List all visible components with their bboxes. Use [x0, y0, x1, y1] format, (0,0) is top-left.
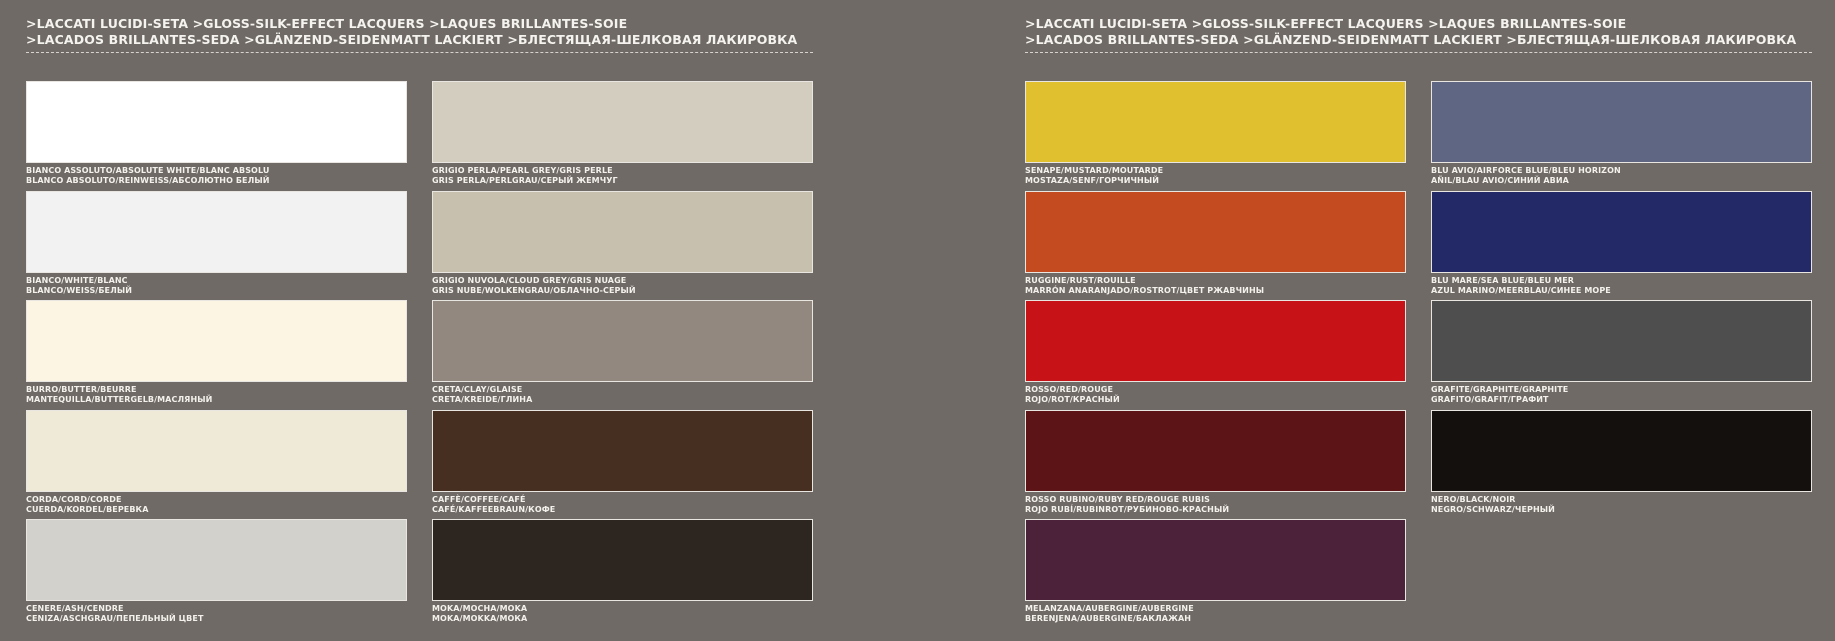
swatch-senape: SENAPE/MUSTARD/MOUTARDE MOSTAZA/SENF/ГОР…	[1025, 81, 1406, 186]
swatch-label-primary: CAFFÈ/COFFEE/CAFÉ	[432, 495, 526, 504]
swatch-grafite: GRAFITE/GRAPHITE/GRAPHITE GRAFITO/GRAFIT…	[1431, 300, 1812, 405]
swatch-label-primary: MELANZANA/AUBERGINE/AUBERGINE	[1025, 604, 1194, 613]
swatch-label-primary: BIANCO ASSOLUTO/ABSOLUTE WHITE/BLANC ABS…	[26, 166, 270, 175]
swatch-label-secondary: MOSTAZA/SENF/ГОРЧИЧНЫЙ	[1025, 176, 1160, 185]
swatch-label-secondary: ROJO RUBÍ/RUBINROT/РУБИНОВО-КРАСНЫЙ	[1025, 505, 1230, 514]
swatch-label-primary: BLU AVIO/AIRFORCE BLUE/BLEU HORIZON	[1431, 166, 1621, 175]
header-line-1: >LACCATI LUCIDI-SETA >GLOSS-SILK-EFFECT …	[26, 16, 628, 31]
swatch-color	[1431, 81, 1812, 163]
swatch-color	[432, 519, 813, 601]
header-line-1: >LACCATI LUCIDI-SETA >GLOSS-SILK-EFFECT …	[1025, 16, 1627, 31]
swatch-label-secondary: BERENJENA/AUBERGINE/БАКЛАЖАН	[1025, 614, 1192, 623]
swatch-label-primary: GRIGIO PERLA/PEARL GREY/GRIS PERLE	[432, 166, 613, 175]
swatch-color	[1025, 191, 1406, 273]
header-line-2: >LACADOS BRILLANTES-SEDA >GLÄNZEND-SEIDE…	[26, 32, 798, 47]
swatch-color	[1025, 81, 1406, 163]
swatch-label-secondary: ROJO/ROT/КРАСНЫЙ	[1025, 395, 1120, 404]
swatch-label-secondary: BLANCO/WEIß/БЕЛЫЙ	[26, 286, 133, 295]
swatch-bianco-assoluto: BIANCO ASSOLUTO/ABSOLUTE WHITE/BLANC ABS…	[26, 81, 407, 186]
swatch-label-secondary: GRAFITO/GRAFIT/ГРАФИТ	[1431, 395, 1549, 404]
swatch-label-secondary: CRETA/KREIDE/ГЛИНА	[432, 395, 533, 404]
swatch-label-primary: CRETA/CLAY/GLAISE	[432, 385, 523, 394]
swatch-color	[26, 81, 407, 163]
swatch-label-secondary: GRIS PERLA/PERLGRAU/СЕРЫЙ ЖЕМЧУГ	[432, 176, 618, 185]
swatch-label-secondary: CENIZA/ASCHGRAU/ПЕПЕЛЬНЫЙ ЦВЕТ	[26, 614, 204, 623]
swatch-color	[26, 191, 407, 273]
right-header: >LACCATI LUCIDI-SETA >GLOSS-SILK-EFFECT …	[1025, 16, 1812, 48]
swatch-label-primary: MOKA/MOCHA/MOKA	[432, 604, 528, 613]
swatch-creta: CRETA/CLAY/GLAISE CRETA/KREIDE/ГЛИНА	[432, 300, 813, 405]
swatch-color	[432, 191, 813, 273]
swatch-label-primary: SENAPE/MUSTARD/MOUTARDE	[1025, 166, 1164, 175]
swatch-label-secondary: GRIS NUBE/WOLKENGRAU/ОБЛАЧНО-СЕРЫЙ	[432, 286, 636, 295]
swatch-label-secondary: MOKA/MOKKA/МОКА	[432, 614, 528, 623]
swatch-nero: NERO/BLACK/NOIR NEGRO/SCHWARZ/ЧЕРНЫЙ	[1431, 410, 1812, 515]
swatch-rosso: ROSSO/RED/ROUGE ROJO/ROT/КРАСНЫЙ	[1025, 300, 1406, 405]
swatch-label-primary: ROSSO RUBINO/RUBY RED/ROUGE RUBIS	[1025, 495, 1211, 504]
header-divider	[1025, 52, 1812, 53]
header-divider	[26, 52, 813, 53]
header-line-2: >LACADOS BRILLANTES-SEDA >GLÄNZEND-SEIDE…	[1025, 32, 1797, 47]
swatch-caffe: CAFFÈ/COFFEE/CAFÉ CAFÉ/KAFFEEBRAUN/КОФЕ	[432, 410, 813, 515]
swatch-label-primary: GRAFITE/GRAPHITE/GRAPHITE	[1431, 385, 1569, 394]
swatch-bianco: BIANCO/WHITE/BLANC BLANCO/WEIß/БЕЛЫЙ	[26, 191, 407, 296]
swatch-rosso-rubino: ROSSO RUBINO/RUBY RED/ROUGE RUBIS ROJO R…	[1025, 410, 1406, 515]
swatch-color	[26, 300, 407, 382]
swatch-color	[1431, 300, 1812, 382]
swatch-cenere: CENERE/ASH/CENDRE CENIZA/ASCHGRAU/ПЕПЕЛЬ…	[26, 519, 407, 624]
swatch-moka: MOKA/MOCHA/MOKA MOKA/MOKKA/МОКА	[432, 519, 813, 624]
swatch-label-secondary: AZUL MARINO/MEERBLAU/СИНЕЕ МОРЕ	[1431, 286, 1611, 295]
swatch-label-primary: BLU MARE/SEA BLUE/BLEU MER	[1431, 276, 1575, 285]
swatch-color	[432, 410, 813, 492]
swatch-label-primary: BIANCO/WHITE/BLANC	[26, 276, 128, 285]
swatch-ruggine: RUGGINE/RUST/ROUILLE MARRÓN ANARANJADO/R…	[1025, 191, 1406, 296]
swatch-label-secondary: MARRÓN ANARANJADO/ROSTROT/ЦВЕТ РЖАВЧИНЫ	[1025, 286, 1265, 295]
swatch-color	[26, 410, 407, 492]
swatch-burro: BURRO/BUTTER/BEURRE MANTEQUILLA/BUTTERGE…	[26, 300, 407, 405]
swatch-color	[1025, 410, 1406, 492]
swatch-label-primary: GRIGIO NUVOLA/CLOUD GREY/GRIS NUAGE	[432, 276, 627, 285]
swatch-corda: CORDA/CORD/CORDE CUERDA/KORDEL/ВЕРЕВКА	[26, 410, 407, 515]
swatch-color	[1025, 300, 1406, 382]
swatch-color	[1431, 191, 1812, 273]
swatch-label-secondary: MANTEQUILLA/BUTTERGELB/МАСЛЯНЫЙ	[26, 395, 213, 404]
swatch-label-secondary: NEGRO/SCHWARZ/ЧЕРНЫЙ	[1431, 505, 1555, 514]
swatch-color	[26, 519, 407, 601]
swatch-label-secondary: CAFÉ/KAFFEEBRAUN/КОФЕ	[432, 505, 556, 514]
swatch-label-primary: NERO/BLACK/NOIR	[1431, 495, 1516, 504]
swatch-label-primary: RUGGINE/RUST/ROUILLE	[1025, 276, 1136, 285]
swatch-color	[1431, 410, 1812, 492]
swatch-color	[1025, 519, 1406, 601]
swatch-grigio-perla: GRIGIO PERLA/PEARL GREY/GRIS PERLE GRIS …	[432, 81, 813, 186]
swatch-label-primary: CENERE/ASH/CENDRE	[26, 604, 124, 613]
swatch-melanzana: MELANZANA/AUBERGINE/AUBERGINE BERENJENA/…	[1025, 519, 1406, 624]
swatch-label-primary: CORDA/CORD/CORDE	[26, 495, 122, 504]
left-header: >LACCATI LUCIDI-SETA >GLOSS-SILK-EFFECT …	[26, 16, 813, 48]
swatch-grigio-nuvola: GRIGIO NUVOLA/CLOUD GREY/GRIS NUAGE GRIS…	[432, 191, 813, 296]
swatch-color	[432, 81, 813, 163]
swatch-blu-mare: BLU MARE/SEA BLUE/BLEU MER AZUL MARINO/M…	[1431, 191, 1812, 296]
swatch-label-secondary: AÑIL/BLAU AVIO/СИНИЙ АВИА	[1431, 176, 1569, 185]
swatch-label-secondary: CUERDA/KORDEL/ВЕРЕВКА	[26, 505, 149, 514]
swatch-blu-avio: BLU AVIO/AIRFORCE BLUE/BLEU HORIZON AÑIL…	[1431, 81, 1812, 186]
swatch-label-primary: ROSSO/RED/ROUGE	[1025, 385, 1114, 394]
swatch-label-primary: BURRO/BUTTER/BEURRE	[26, 385, 137, 394]
swatch-color	[432, 300, 813, 382]
swatch-label-secondary: BLANCO ABSOLUTO/REINWEIß/АБСОЛЮТНО БЕЛЫЙ	[26, 176, 270, 185]
